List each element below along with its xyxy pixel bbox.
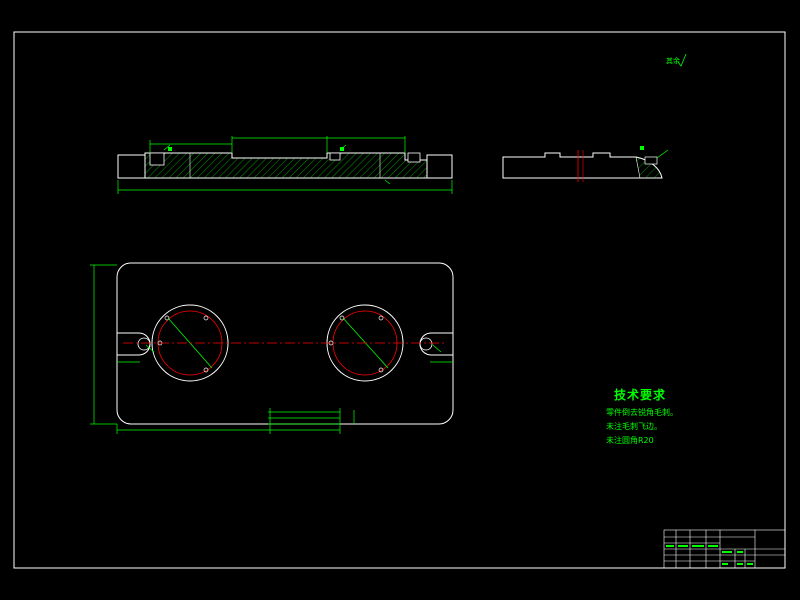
- tech-requirement-line: 未注圆角R20: [606, 436, 654, 445]
- front-view-outline: [117, 154, 146, 179]
- plan-view: [90, 262, 454, 434]
- tech-requirement-line: 未注毛刺飞边。: [606, 422, 662, 431]
- plan-view-slot-right: [419, 332, 453, 356]
- front-view-hatched-section: [144, 152, 428, 179]
- title-block: [663, 529, 786, 569]
- outer-frame: [13, 31, 786, 569]
- tech-requirements-title: 技术要求: [614, 388, 667, 402]
- side-view: [502, 146, 669, 182]
- front-view-hole-right: [407, 152, 421, 163]
- drawing-canvas: [13, 31, 786, 569]
- front-section-view: [117, 136, 453, 194]
- front-view-hole-left: [149, 152, 165, 166]
- front-view-outline-right: [426, 154, 453, 179]
- roughness-note: 其余: [666, 57, 680, 65]
- tech-requirement-line: 零件倒去锐角毛刺。: [606, 408, 678, 417]
- plan-view-slot-left: [117, 332, 151, 356]
